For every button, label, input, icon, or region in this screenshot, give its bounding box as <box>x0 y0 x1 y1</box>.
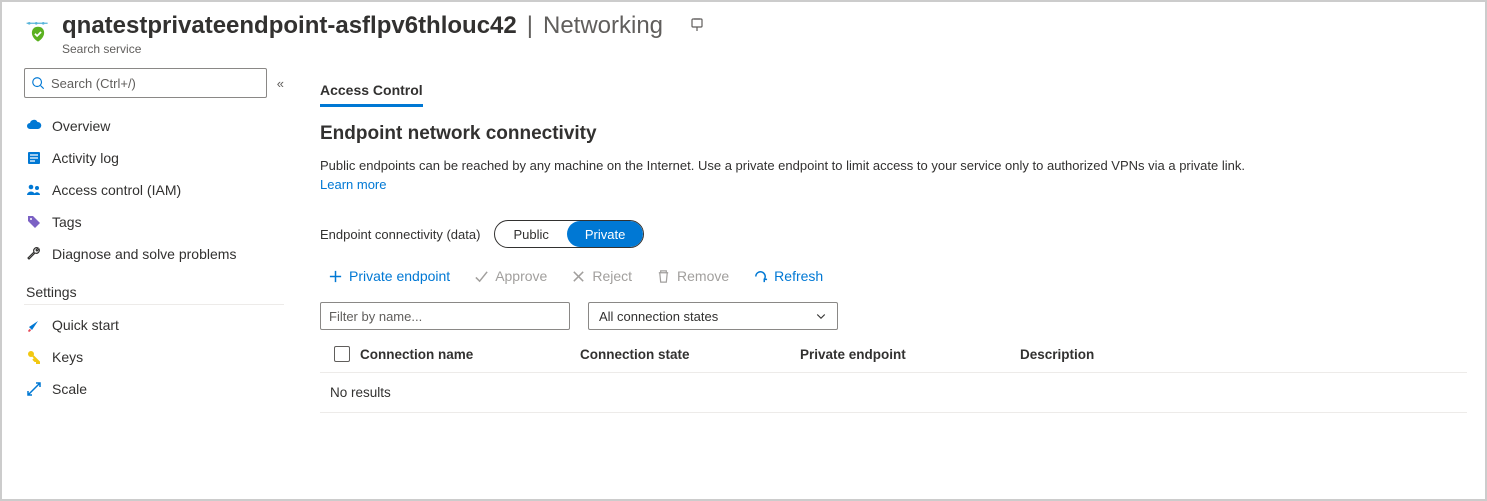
tag-icon <box>26 214 42 230</box>
rocket-icon <box>26 317 42 333</box>
toggle-label: Endpoint connectivity (data) <box>320 227 480 242</box>
dropdown-value: All connection states <box>599 309 718 324</box>
filter-name-input[interactable] <box>320 302 570 330</box>
plus-icon <box>328 269 343 284</box>
learn-more-link[interactable]: Learn more <box>320 177 386 192</box>
main-content: Access Control Endpoint network connecti… <box>302 60 1485 497</box>
btn-label: Private endpoint <box>349 268 450 284</box>
tab-row: Access Control <box>320 78 1467 107</box>
col-connection-state: Connection state <box>580 347 800 362</box>
table-header: Connection name Connection state Private… <box>320 336 1467 373</box>
sidebar-item-tags[interactable]: Tags <box>24 206 284 238</box>
nav-label: Scale <box>52 381 87 397</box>
sidebar-search-input[interactable] <box>51 76 260 91</box>
btn-label: Remove <box>677 268 729 284</box>
key-icon <box>26 349 42 365</box>
sidebar-item-overview[interactable]: Overview <box>24 110 284 142</box>
sidebar-item-iam[interactable]: Access control (IAM) <box>24 174 284 206</box>
resource-name: qnatestprivateendpoint-asflpv6thlouc42 <box>62 12 517 40</box>
remove-button: Remove <box>656 268 729 284</box>
toolbar: Private endpoint Approve Reject Remove R… <box>320 268 1467 284</box>
refresh-button[interactable]: Refresh <box>753 268 823 284</box>
check-icon <box>474 269 489 284</box>
x-icon <box>571 269 586 284</box>
reject-button: Reject <box>571 268 632 284</box>
cloud-icon <box>26 118 42 134</box>
section-name: Networking <box>543 12 663 40</box>
add-private-endpoint-button[interactable]: Private endpoint <box>328 268 450 284</box>
resource-type: Search service <box>62 42 709 56</box>
approve-button: Approve <box>474 268 547 284</box>
title-separator: | <box>527 12 533 40</box>
connection-state-dropdown[interactable]: All connection states <box>588 302 838 330</box>
section-description: Public endpoints can be reached by any m… <box>320 157 1467 175</box>
refresh-icon <box>753 269 768 284</box>
tab-access-control[interactable]: Access Control <box>320 78 423 107</box>
pin-button[interactable] <box>685 13 709 40</box>
chevron-down-icon <box>815 310 827 322</box>
scale-icon <box>26 381 42 397</box>
toggle-private[interactable]: Private <box>567 221 643 247</box>
nav-label: Overview <box>52 118 110 134</box>
people-icon <box>26 182 42 198</box>
col-description: Description <box>1020 347 1240 362</box>
btn-label: Approve <box>495 268 547 284</box>
btn-label: Refresh <box>774 268 823 284</box>
sidebar-item-activity[interactable]: Activity log <box>24 142 284 174</box>
sidebar-item-keys[interactable]: Keys <box>24 341 284 373</box>
nav-label: Diagnose and solve problems <box>52 246 236 262</box>
nav-label: Activity log <box>52 150 119 166</box>
col-connection-name: Connection name <box>360 347 580 362</box>
search-icon <box>31 76 45 90</box>
page-header: qnatestprivateendpoint-asflpv6thlouc42 |… <box>2 2 1485 60</box>
connectivity-toggle[interactable]: Public Private <box>494 220 644 248</box>
sidebar-item-quickstart[interactable]: Quick start <box>24 309 284 341</box>
collapse-sidebar-button[interactable]: « <box>277 76 284 91</box>
search-service-icon <box>24 18 52 49</box>
table-empty-row: No results <box>320 373 1467 413</box>
wrench-icon <box>26 246 42 262</box>
sidebar-group-settings: Settings <box>24 270 284 305</box>
nav-label: Tags <box>52 214 82 230</box>
trash-icon <box>656 269 671 284</box>
col-private-endpoint: Private endpoint <box>800 347 1020 362</box>
sidebar: « Overview Activity log Access control (… <box>2 60 302 497</box>
log-icon <box>26 150 42 166</box>
nav-label: Quick start <box>52 317 119 333</box>
sidebar-item-scale[interactable]: Scale <box>24 373 284 405</box>
toggle-public[interactable]: Public <box>495 221 566 247</box>
btn-label: Reject <box>592 268 632 284</box>
sidebar-search[interactable] <box>24 68 267 98</box>
select-all-checkbox[interactable] <box>334 346 350 362</box>
sidebar-item-diagnose[interactable]: Diagnose and solve problems <box>24 238 284 270</box>
nav-label: Keys <box>52 349 83 365</box>
nav-label: Access control (IAM) <box>52 182 181 198</box>
section-title: Endpoint network connectivity <box>320 123 1467 145</box>
